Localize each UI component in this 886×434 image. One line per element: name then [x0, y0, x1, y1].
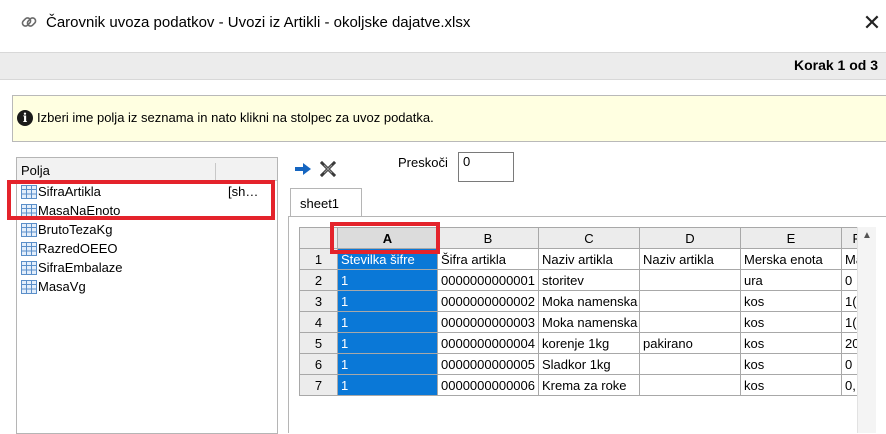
- table-cell[interactable]: Moka namenska: [538, 290, 640, 312]
- table-cell[interactable]: 0000000000001: [437, 269, 539, 291]
- clear-x-icon[interactable]: [320, 161, 336, 177]
- table-cell[interactable]: [639, 269, 741, 291]
- table-cell[interactable]: 0000000000003: [437, 311, 539, 333]
- table-field-icon: [21, 261, 37, 275]
- table-cell[interactable]: [639, 353, 741, 375]
- column-header-d[interactable]: D: [639, 227, 741, 249]
- table-cell[interactable]: 1: [337, 374, 438, 396]
- info-text: Izberi ime polja iz seznama in nato klik…: [37, 110, 434, 125]
- row-number[interactable]: 7: [299, 374, 338, 396]
- field-label: RazredOEEO: [38, 241, 118, 256]
- table-cell[interactable]: 1: [337, 311, 438, 333]
- field-item-brutotezakg[interactable]: BrutoTezaKg: [17, 220, 275, 240]
- row-number[interactable]: 4: [299, 311, 338, 333]
- table-field-icon: [21, 280, 37, 294]
- field-label: BrutoTezaKg: [38, 222, 113, 237]
- table-cell[interactable]: Naziv artikla: [639, 248, 741, 270]
- sheet-column-header[interactable]: [217, 158, 273, 180]
- vertical-scrollbar[interactable]: ▲: [857, 227, 876, 433]
- table-cell[interactable]: pakirano: [639, 332, 741, 354]
- column-header-e[interactable]: E: [740, 227, 842, 249]
- table-cell[interactable]: [639, 290, 741, 312]
- window-title: Čarovnik uvoza podatkov - Uvozi iz Artik…: [46, 14, 471, 31]
- close-icon[interactable]: ✕: [858, 9, 886, 37]
- table-cell[interactable]: kos: [740, 332, 842, 354]
- table-cell[interactable]: Naziv artikla: [538, 248, 640, 270]
- arrow-right-icon[interactable]: [294, 162, 312, 176]
- info-icon: i: [17, 110, 33, 126]
- row-number[interactable]: 2: [299, 269, 338, 291]
- table-row: 2 1 0000000000001 storitev ura 0: [299, 269, 872, 291]
- table-cell[interactable]: [639, 311, 741, 333]
- field-item-masavg[interactable]: MasaVg: [17, 277, 275, 297]
- table-cell[interactable]: korenje 1kg: [538, 332, 640, 354]
- table-cell[interactable]: kos: [740, 311, 842, 333]
- table-row: 7 1 0000000000006 Krema za roke kos 0,: [299, 374, 872, 396]
- fields-column-header[interactable]: Polja: [21, 163, 216, 180]
- step-indicator: Korak 1 od 3: [793, 57, 878, 73]
- table-cell[interactable]: 0000000000004: [437, 332, 539, 354]
- row-number[interactable]: 5: [299, 332, 338, 354]
- table-cell[interactable]: 1: [337, 290, 438, 312]
- tab-sheet1[interactable]: sheet1: [290, 188, 362, 216]
- highlight-frame-column: [330, 222, 440, 254]
- table-cell[interactable]: ura: [740, 269, 842, 291]
- table-cell[interactable]: Krema za roke: [538, 374, 640, 396]
- info-banner: i Izberi ime polja iz seznama in nato kl…: [12, 95, 886, 142]
- table-cell[interactable]: kos: [740, 290, 842, 312]
- table-cell[interactable]: Šifra artikla: [437, 248, 539, 270]
- skip-rows-input[interactable]: 0: [458, 152, 514, 182]
- scroll-up-icon[interactable]: ▲: [861, 230, 873, 242]
- table-row: 3 1 0000000000002 Moka namenska kos 1(: [299, 290, 872, 312]
- table-row: 6 1 0000000000005 Sladkor 1kg kos 0: [299, 353, 872, 375]
- row-number[interactable]: 6: [299, 353, 338, 375]
- table-cell[interactable]: Sladkor 1kg: [538, 353, 640, 375]
- column-header-b[interactable]: B: [437, 227, 539, 249]
- table-cell[interactable]: [639, 374, 741, 396]
- field-label: MasaVg: [38, 279, 86, 294]
- link-icon: [21, 17, 37, 27]
- field-item-razredoeeo[interactable]: RazredOEEO: [17, 239, 275, 259]
- title-bar: Čarovnik uvoza podatkov - Uvozi iz Artik…: [0, 0, 886, 46]
- toolbar: Preskoči 0: [294, 150, 886, 186]
- table-cell[interactable]: kos: [740, 374, 842, 396]
- table-cell[interactable]: 0000000000006: [437, 374, 539, 396]
- skip-label: Preskoči: [398, 155, 448, 170]
- tab-label: sheet1: [300, 196, 340, 211]
- table-cell[interactable]: 1: [337, 332, 438, 354]
- table-row: 5 1 0000000000004 korenje 1kg pakirano kos 20: [299, 332, 872, 354]
- fields-list-header: Polja: [17, 158, 277, 181]
- table-field-icon: [21, 223, 37, 237]
- highlight-frame-field: [7, 180, 275, 220]
- field-label: SifraEmbalaze: [38, 260, 123, 275]
- column-header-c[interactable]: C: [538, 227, 640, 249]
- table-cell[interactable]: Moka namenska: [538, 311, 640, 333]
- row-number[interactable]: 3: [299, 290, 338, 312]
- field-item-sifraembalaze[interactable]: SifraEmbalaze: [17, 258, 275, 278]
- table-row: 4 1 0000000000003 Moka namenska kos 1(: [299, 311, 872, 333]
- table-cell[interactable]: 0000000000002: [437, 290, 539, 312]
- table-cell[interactable]: Merska enota: [740, 248, 842, 270]
- table-cell[interactable]: 1: [337, 353, 438, 375]
- table-cell[interactable]: 1: [337, 269, 438, 291]
- table-cell[interactable]: 0000000000005: [437, 353, 539, 375]
- table-cell[interactable]: storitev: [538, 269, 640, 291]
- table-cell[interactable]: kos: [740, 353, 842, 375]
- table-field-icon: [21, 242, 37, 256]
- step-bar: Korak 1 od 3: [0, 52, 886, 80]
